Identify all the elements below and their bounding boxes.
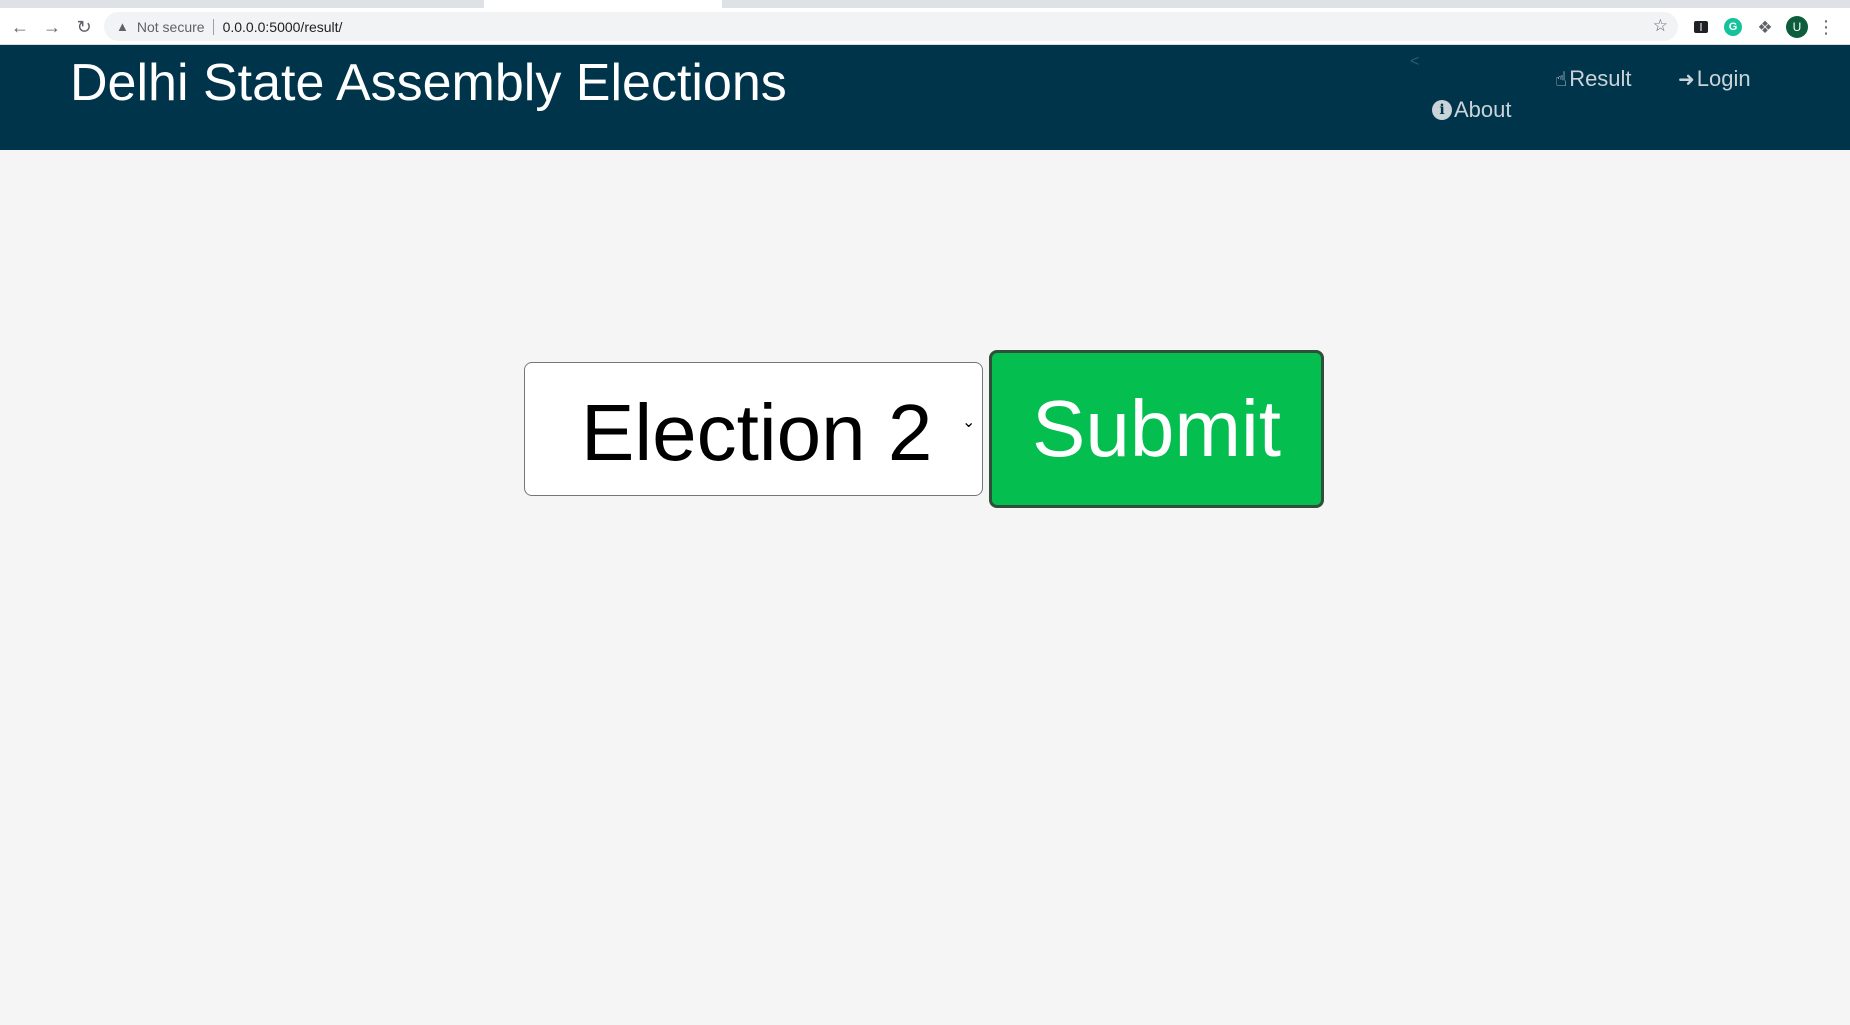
info-icon: i xyxy=(1432,100,1452,120)
url-text[interactable]: 0.0.0.0:5000/result/ xyxy=(223,19,343,35)
chevron-down-icon: ⌄ xyxy=(962,414,976,431)
nav-result-link[interactable]: ☝ Result xyxy=(1555,66,1632,92)
site-title: Delhi State Assembly Elections xyxy=(70,54,787,112)
star-icon[interactable]: ☆ xyxy=(1653,16,1668,36)
site-header: Delhi State Assembly Elections < ☝ Resul… xyxy=(0,45,1850,150)
tab-extension-icon[interactable] xyxy=(1690,16,1712,38)
warning-icon: ▲ xyxy=(116,19,129,34)
nav-login-label: Login xyxy=(1696,66,1751,91)
browser-toolbar: ← → ↻ ▲ Not secure 0.0.0.0:5000/result/ … xyxy=(0,8,1850,45)
sign-in-icon: ➜ xyxy=(1678,68,1695,91)
kebab-menu-icon[interactable]: ⋮ xyxy=(1817,16,1835,38)
security-status[interactable]: Not secure xyxy=(137,19,205,35)
election-select[interactable]: Election 2 ⌄ xyxy=(524,362,983,496)
active-tab[interactable] xyxy=(484,0,722,8)
address-separator xyxy=(212,18,214,35)
nav-result-label: Result xyxy=(1569,66,1632,91)
grammarly-icon[interactable]: G xyxy=(1722,16,1744,38)
nav-about-label: About xyxy=(1454,97,1512,122)
forward-arrow-icon[interactable]: → xyxy=(40,15,64,39)
back-arrow-icon[interactable]: ← xyxy=(8,15,32,39)
nav-about-link[interactable]: i About xyxy=(1432,97,1512,123)
tab-strip xyxy=(0,0,1850,8)
nav-login-link[interactable]: ➜ Login xyxy=(1678,66,1751,92)
election-select-value: Election 2 xyxy=(581,388,933,477)
reload-icon[interactable]: ↻ xyxy=(72,15,96,39)
hand-pointer-icon: ☝ xyxy=(1555,68,1568,91)
collapse-arrow-icon: < xyxy=(1410,53,1420,70)
address-bar[interactable]: ▲ Not secure 0.0.0.0:5000/result/ ☆ xyxy=(104,12,1678,41)
profile-avatar[interactable]: U xyxy=(1786,16,1808,38)
election-form: Election 2 ⌄ Submit xyxy=(524,350,1324,508)
submit-button[interactable]: Submit xyxy=(989,350,1324,508)
puzzle-icon[interactable]: ❖ xyxy=(1754,16,1776,38)
